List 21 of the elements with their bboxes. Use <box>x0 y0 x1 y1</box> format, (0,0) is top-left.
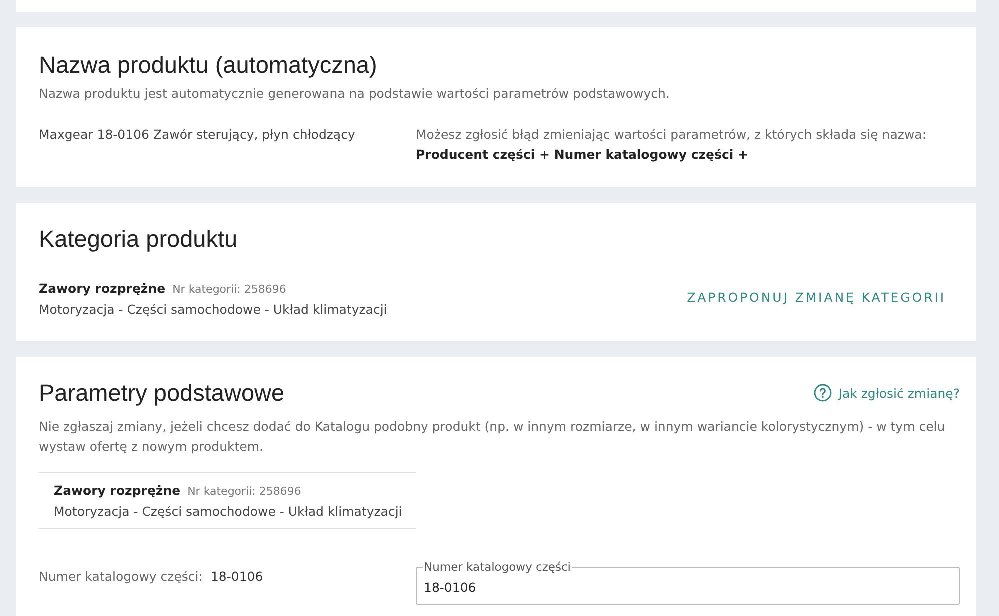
name-hint: Możesz zgłosić błąd zmieniając wartości parametrów, z których składa się nazwa: <box>416 126 928 144</box>
category-number: Nr kategorii: 258696 <box>188 484 302 500</box>
name-formula: Producent części + Numer katalogowy części + <box>416 146 750 164</box>
section-title: Kategoria produktu <box>39 225 239 254</box>
help-link[interactable]: Jak zgłosić zmianę? <box>814 384 960 402</box>
section-title: Nazwa produktu (automatyczna) <box>39 51 378 80</box>
parameter-value: 18-0106 <box>210 568 264 586</box>
category-name: Zawory rozprężne <box>39 280 166 298</box>
category-path: Motoryzacja - Części samochodowe - Układ klimatyzacji <box>39 301 388 319</box>
category-path: Motoryzacja - Części samochodowe - Układ klimatyzacji <box>54 503 404 521</box>
product-name: Maxgear 18-0106 Zawór sterujący, płyn chłodzący <box>39 126 356 144</box>
catalog-number-input[interactable]: 18-0106 <box>424 574 952 600</box>
category-number: Nr kategorii: 258696 <box>172 282 286 298</box>
section-description: Nazwa produktu jest automatycznie generowana na podstawie wartości parametrów podstawowych. <box>39 85 671 103</box>
category-name: Zawory rozprężne <box>54 482 181 500</box>
section-title: Parametry podstawowe <box>39 379 285 408</box>
parameter-label: Numer katalogowy części: <box>39 568 203 586</box>
help-icon <box>814 384 832 402</box>
catalog-number-field[interactable]: Numer katalogowy części 18-0106 <box>416 560 960 605</box>
change-category-button[interactable]: ZAPROPONUJ ZMIANĘ KATEGORII <box>673 282 960 313</box>
section-description: Nie zgłaszaj zmiany, jeżeli chcesz dodać do Katalogu podobny produkt (np. w innym rozmiarze, w innym wariancie kolorystycznym) - w tym celu wystaw ofertę z nowym produktem. <box>39 418 946 456</box>
